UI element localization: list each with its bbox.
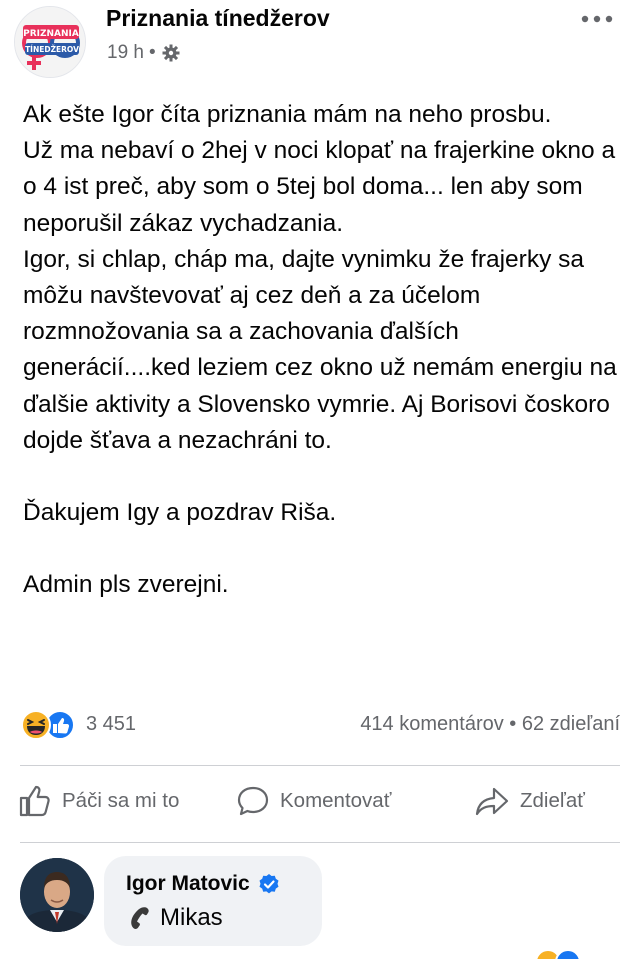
divider-top xyxy=(20,765,620,766)
reaction-icons[interactable] xyxy=(20,709,80,741)
comment-bubble-icon xyxy=(237,786,269,816)
telephone-receiver-icon xyxy=(131,907,149,929)
reactions-summary: 3 451 414 komentárov • 62 zdieľaní xyxy=(20,707,620,743)
comment-author-row: Igor Matovic xyxy=(126,872,280,896)
post-paragraph-3: Admin pls zverejni. xyxy=(23,571,229,599)
logo-text-top: PRIZNANIA xyxy=(23,29,79,39)
engagement-counts: 414 komentárov • 62 zdieľaní xyxy=(360,713,620,736)
post-meta: 19 h • xyxy=(107,42,181,64)
share-count[interactable]: 62 zdieľaní xyxy=(522,713,620,735)
post-paragraph-2: Ďakujem Igy a pozdrav Riša. xyxy=(23,499,337,527)
haha-icon xyxy=(21,710,51,740)
like-button[interactable]: Páči sa mi to xyxy=(18,784,179,818)
like-label: Páči sa mi to xyxy=(62,789,180,812)
post-time[interactable]: 19 h xyxy=(107,42,144,64)
avatar-photo xyxy=(20,858,94,932)
share-label: Zdieľať xyxy=(520,789,585,812)
comment-text: Mikas xyxy=(160,904,223,931)
comment-count[interactable]: 414 komentárov xyxy=(360,713,503,735)
comment-author[interactable]: Igor Matovic xyxy=(126,872,250,896)
more-dots-icon xyxy=(581,15,613,23)
meta-separator: • xyxy=(148,42,156,63)
page-avatar[interactable]: PRIZNANIA TÍNEDŽEROV xyxy=(14,6,86,78)
more-options-button[interactable] xyxy=(580,2,614,28)
post-paragraph-1: Ak ešte Igor číta priznania mám na neho … xyxy=(23,101,617,454)
comment-text-row: Mikas xyxy=(126,904,223,932)
thumbs-up-icon xyxy=(19,785,50,817)
comment-button[interactable]: Komentovať xyxy=(236,784,391,818)
divider-bottom xyxy=(20,842,620,843)
action-bar: Páči sa mi to Komentovať Zdieľať xyxy=(0,772,640,836)
post-header: PRIZNANIA TÍNEDŽEROV Priznania tínedžero… xyxy=(0,0,640,80)
logo-text-bottom: TÍNEDŽEROV xyxy=(25,45,79,54)
comment-avatar[interactable] xyxy=(20,858,94,932)
share-arrow-icon xyxy=(475,787,509,816)
engagement-separator: • xyxy=(509,713,517,735)
reaction-count[interactable]: 3 451 xyxy=(86,713,136,736)
page-logo: PRIZNANIA TÍNEDŽEROV xyxy=(15,7,85,77)
comment-bubble[interactable]: Igor Matovic Mikas xyxy=(104,856,322,946)
share-button[interactable]: Zdieľať xyxy=(474,784,585,818)
page-name[interactable]: Priznania tínedžerov xyxy=(106,5,330,32)
verified-badge-icon xyxy=(259,874,279,894)
comment-label: Komentovať xyxy=(280,789,392,812)
public-gear-icon xyxy=(162,44,180,62)
post-text: Ak ešte Igor číta priznania mám na neho … xyxy=(23,97,623,603)
comment-reaction-peek xyxy=(534,947,590,959)
